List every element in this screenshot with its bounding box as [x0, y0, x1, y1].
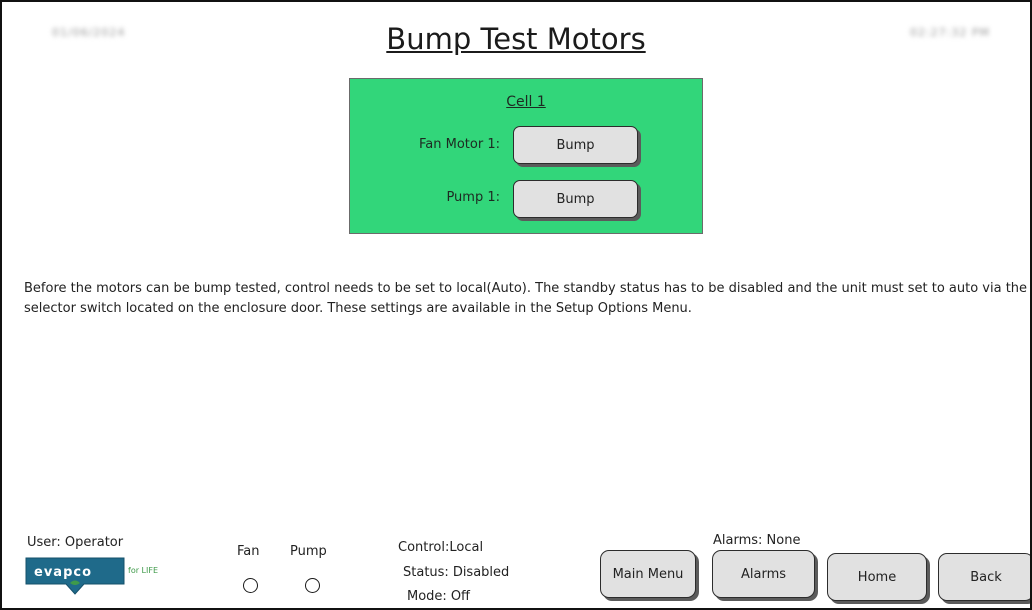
control-key: Control:	[398, 540, 450, 555]
fan-indicator-label: Fan	[237, 544, 260, 559]
status-key: Status:	[403, 565, 449, 580]
instructions-text: Before the motors can be bump tested, co…	[24, 281, 1028, 316]
pump-bump-button[interactable]: Bump	[513, 180, 638, 218]
evapco-logo: evapco for LIFE	[24, 556, 164, 596]
page-title: Bump Test Motors	[386, 22, 646, 56]
cell-1-panel: Cell 1 Fan Motor 1: Bump Pump 1: Bump	[349, 78, 703, 234]
pump-indicator-label: Pump	[290, 544, 327, 559]
back-button[interactable]: Back	[938, 553, 1030, 601]
status-value: Disabled	[452, 565, 510, 580]
mode-status: Mode: Off	[407, 589, 470, 604]
svg-text:for LIFE: for LIFE	[128, 566, 158, 575]
mode-key: Mode:	[407, 589, 447, 604]
main-menu-button[interactable]: Main Menu	[600, 550, 696, 598]
pump-label: Pump 1:	[446, 190, 500, 205]
alarms-summary: Alarms: None	[713, 533, 801, 548]
home-button[interactable]: Home	[827, 553, 927, 601]
user-label: User: Operator	[27, 535, 124, 550]
unit-status: Status: Disabled	[403, 565, 509, 580]
control-status: Control:Local	[398, 540, 483, 555]
time-display: 02:27:32 PM	[909, 26, 990, 39]
fan-motor-label: Fan Motor 1:	[419, 137, 500, 152]
control-value: Local	[449, 540, 484, 555]
pump-status-lamp-icon	[305, 578, 320, 593]
cell-title: Cell 1	[506, 94, 546, 110]
fan-motor-bump-button[interactable]: Bump	[513, 126, 638, 164]
evapco-logo-icon: evapco for LIFE	[25, 557, 158, 595]
svg-text:evapco: evapco	[34, 565, 92, 580]
mode-value: Off	[450, 589, 471, 604]
alarms-button[interactable]: Alarms	[712, 550, 815, 598]
fan-status-lamp-icon	[243, 578, 258, 593]
hmi-screen: 01/06/2024 Bump Test Motors 02:27:32 PM …	[0, 0, 1032, 610]
